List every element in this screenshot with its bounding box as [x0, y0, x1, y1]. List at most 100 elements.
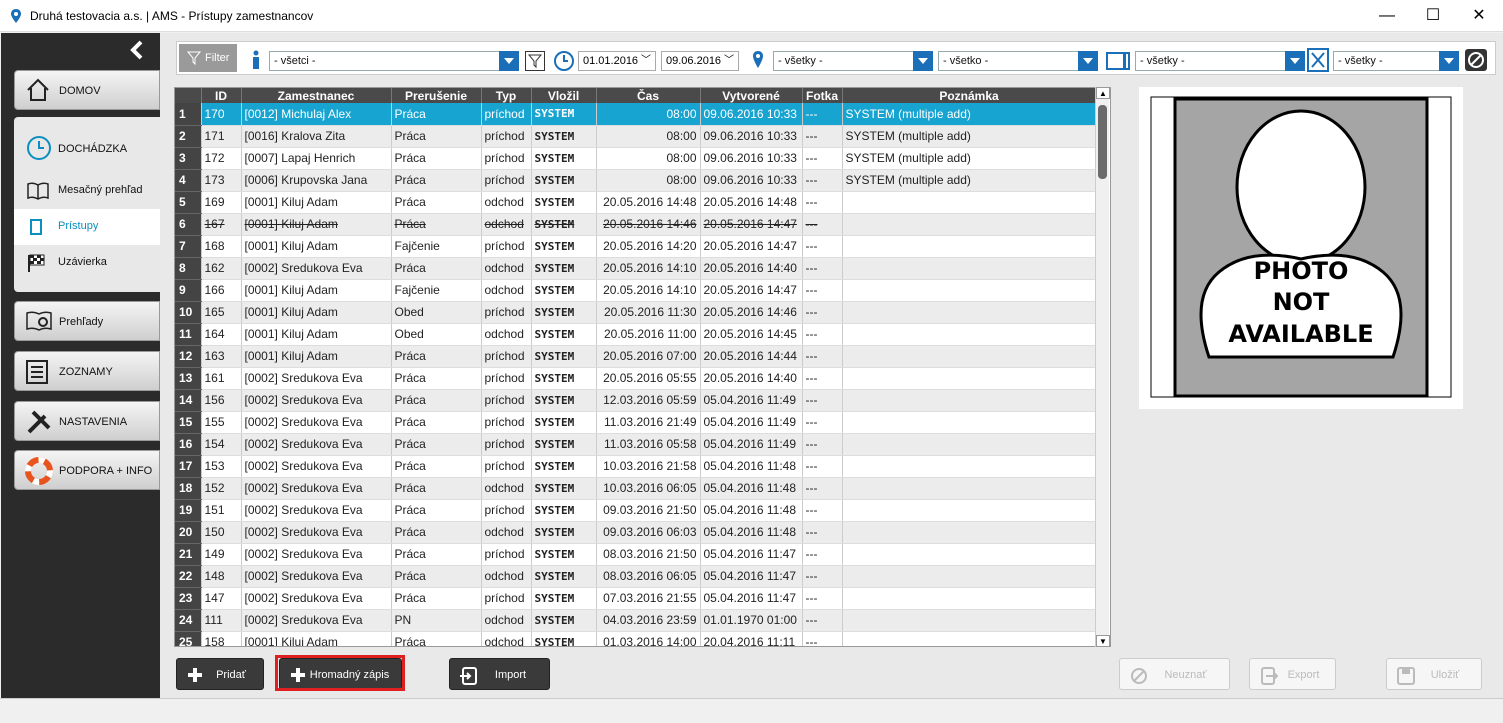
column-header[interactable]: Čas: [596, 88, 701, 103]
table-row[interactable]: 5 169 [0001] Kiluj Adam Práca odchod SYSTEM 20…: [175, 191, 1097, 214]
nav-podpora[interactable]: PODPORA + INFO: [14, 450, 160, 490]
close-button[interactable]: ✕: [1456, 0, 1502, 32]
column-header[interactable]: Vložil: [531, 88, 597, 103]
table-cell: 165: [201, 301, 242, 324]
chevron-down-icon[interactable]: [1439, 51, 1459, 71]
table-cell: Fajčenie: [391, 235, 482, 258]
table-row[interactable]: 4 173 [0006] Krupovska Jana Práca príchod SYS…: [175, 169, 1097, 192]
table-cell: [842, 279, 1097, 302]
table-row[interactable]: 19 151 [0002] Sredukova Eva Práca príchod SYS…: [175, 499, 1097, 522]
table-scrollbar[interactable]: ▲ ▼: [1095, 87, 1110, 647]
column-header[interactable]: Vytvorené: [700, 88, 803, 103]
table-row[interactable]: 7 168 [0001] Kiluj Adam Fajčenie príchod SYST…: [175, 235, 1097, 258]
table-row[interactable]: 1 170 [0012] Michulaj Alex Práca príchod SYST…: [175, 103, 1097, 126]
table-row[interactable]: 17 153 [0002] Sredukova Eva Práca príchod SYS…: [175, 455, 1097, 478]
table-row[interactable]: 20 150 [0002] Sredukova Eva Práca odchod SYST…: [175, 521, 1097, 544]
nav-uzavierka[interactable]: Uzávierka: [14, 245, 160, 281]
table-row[interactable]: 23 147 [0002] Sredukova Eva Práca príchod SYS…: [175, 587, 1097, 610]
table-row[interactable]: 12 163 [0001] Kiluj Adam Práca príchod SYSTEM…: [175, 345, 1097, 368]
minimize-button[interactable]: —: [1364, 0, 1410, 32]
clear-filter-icon[interactable]: [1465, 49, 1487, 71]
chevron-down-icon[interactable]: ﹀: [641, 52, 651, 70]
save-button[interactable]: Uložiť: [1386, 658, 1482, 690]
column-header[interactable]: Zamestnanec: [241, 88, 392, 103]
nav-pristupy[interactable]: Prístupy: [14, 209, 160, 245]
column-header[interactable]: Poznámka: [842, 88, 1097, 103]
table-cell: príchod: [481, 169, 532, 192]
table-cell: Práca: [391, 345, 482, 368]
scroll-down-icon[interactable]: ▼: [1096, 635, 1110, 647]
chevron-down-icon[interactable]: ﹀: [724, 52, 734, 70]
column-header[interactable]: [175, 88, 202, 103]
scroll-thumb[interactable]: [1098, 105, 1107, 179]
table-row[interactable]: 18 152 [0002] Sredukova Eva Práca odchod SYST…: [175, 477, 1097, 500]
table-row[interactable]: 2 171 [0016] Kralova Zita Práca príchod SYSTE…: [175, 125, 1097, 148]
nav-domov[interactable]: DOMOV: [14, 70, 160, 110]
table-cell: SYSTEM: [531, 389, 597, 412]
table-row[interactable]: 11 164 [0001] Kiluj Adam Obed odchod SYSTEM 20…: [175, 323, 1097, 346]
table-row[interactable]: 14 156 [0002] Sredukova Eva Práca príchod SYS…: [175, 389, 1097, 412]
column-header[interactable]: Fotka: [802, 88, 843, 103]
table-row[interactable]: 25 158 [0001] Kiluj Adam Práca odchod SYSTEM 0…: [175, 631, 1097, 646]
chevron-down-icon[interactable]: [913, 51, 933, 71]
table-row[interactable]: 10 165 [0001] Kiluj Adam Obed príchod SYSTEM 2…: [175, 301, 1097, 324]
column-header[interactable]: ID: [201, 88, 242, 103]
table-cell: ---: [802, 147, 843, 170]
table-cell: odchod: [481, 565, 532, 588]
table-cell: [0002] Sredukova Eva: [241, 609, 392, 632]
table-row[interactable]: 13 161 [0002] Sredukova Eva Práca príchod SYS…: [175, 367, 1097, 390]
table-cell: príchod: [481, 147, 532, 170]
table-row[interactable]: 16 154 [0002] Sredukova Eva Práca príchod SYS…: [175, 433, 1097, 456]
nav-label: Prehľady: [59, 316, 104, 328]
column-header[interactable]: Prerušenie: [391, 88, 482, 103]
table-row[interactable]: 22 148 [0002] Sredukova Eva Práca odchod SYST…: [175, 565, 1097, 588]
table-cell: 173: [201, 169, 242, 192]
table-cell: 158: [201, 631, 242, 646]
table-row[interactable]: 8 162 [0002] Sredukova Eva Práca odchod SYSTE…: [175, 257, 1097, 280]
add-button[interactable]: Pridať: [176, 658, 264, 690]
table-cell: 167: [201, 213, 242, 236]
nav-zoznamy[interactable]: ZOZNAMY: [14, 351, 160, 391]
date-from-field[interactable]: 01.01.2016 ﹀: [578, 51, 656, 71]
table-row[interactable]: 6 167 [0001] Kiluj Adam Práca odchod SYSTEM 20…: [175, 213, 1097, 236]
funnel-outline-icon[interactable]: [525, 51, 545, 71]
table-cell: [842, 587, 1097, 610]
nav-prehlady[interactable]: Prehľady: [14, 301, 160, 341]
table-cell: 168: [201, 235, 242, 258]
table-row[interactable]: 9 166 [0001] Kiluj Adam Fajčenie odchod SYSTE…: [175, 279, 1097, 302]
category-select[interactable]: - všetko -: [938, 51, 1098, 71]
table-cell: SYSTEM: [531, 587, 597, 610]
table-row[interactable]: 24 111 [0002] Sredukova Eva PN odchod SYSTEM 0…: [175, 609, 1097, 632]
reject-button[interactable]: Neuznať: [1119, 658, 1230, 690]
type-select[interactable]: - všetky -: [1333, 51, 1459, 71]
table-cell: 05.04.2016 11:48: [700, 455, 803, 478]
chevron-down-icon[interactable]: [1078, 51, 1098, 71]
nav-mesacny-prehlad[interactable]: Mesačný prehľad: [14, 173, 160, 209]
nav-dochadzka[interactable]: DOCHÁDZKA: [14, 127, 160, 171]
filter-button[interactable]: Filter: [179, 44, 237, 72]
column-header[interactable]: Typ: [481, 88, 532, 103]
location-pin-icon: [753, 51, 763, 68]
collapse-sidebar-icon[interactable]: [127, 39, 149, 61]
terminal-select[interactable]: - všetky -: [1135, 51, 1305, 71]
table-cell: SYSTEM: [531, 147, 597, 170]
scroll-up-icon[interactable]: ▲: [1096, 87, 1110, 99]
table-cell: Práca: [391, 631, 482, 646]
nav-label: Uzávierka: [58, 256, 107, 268]
table-row[interactable]: 15 155 [0002] Sredukova Eva Práca príchod SYS…: [175, 411, 1097, 434]
chevron-down-icon[interactable]: [499, 51, 519, 71]
table-cell: [842, 543, 1097, 566]
location-select[interactable]: - všetky -: [773, 51, 933, 71]
nav-nastavenia[interactable]: NASTAVENIA: [14, 401, 160, 441]
employee-select[interactable]: - všetci -: [269, 51, 519, 71]
table-row[interactable]: 21 149 [0002] Sredukova Eva Práca príchod SYS…: [175, 543, 1097, 566]
import-button[interactable]: Import: [449, 658, 550, 690]
table-row[interactable]: 3 172 [0007] Lapaj Henrich Práca príchod SYST…: [175, 147, 1097, 170]
maximize-button[interactable]: ☐: [1410, 0, 1456, 32]
chevron-down-icon[interactable]: [1285, 51, 1305, 71]
highlight-box: [275, 655, 405, 691]
table-cell: ---: [802, 609, 843, 632]
table-cell: 01.03.2016 14:00: [596, 631, 701, 646]
date-to-field[interactable]: 09.06.2016 ﹀: [661, 51, 739, 71]
export-button[interactable]: Export: [1249, 658, 1336, 690]
